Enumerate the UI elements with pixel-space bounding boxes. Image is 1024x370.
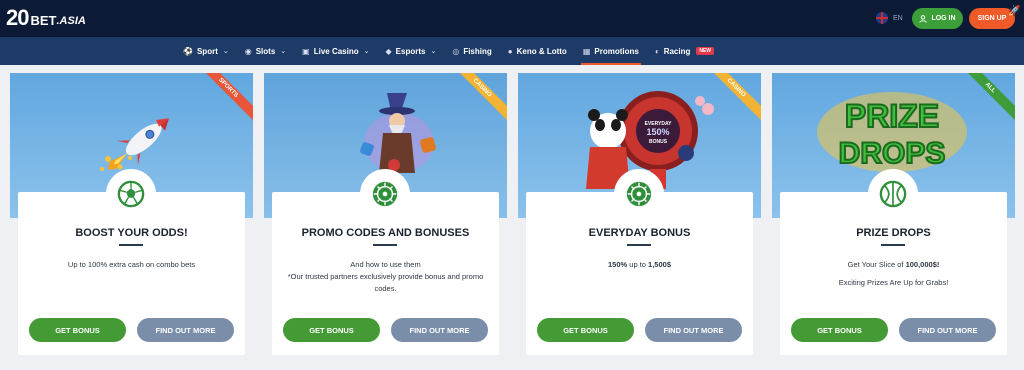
nav-item-esports[interactable]: ◆ Esports ⌄ — [378, 37, 445, 65]
bonus-amount: 1,500$ — [648, 260, 671, 269]
promo-card-everyday-bonus: EVERYDAY 150% BONUS CASINO EVERYDAY BONU… — [518, 73, 761, 355]
logo-number: 20 — [6, 5, 30, 30]
promo-card-promo-codes: CASINO PROMO CODES AND BONUSES And how t… — [264, 73, 507, 355]
title-underline — [881, 244, 905, 246]
get-bonus-button[interactable]: GET BONUS — [29, 318, 126, 342]
promo-card-prize-drops: PRIZE DROPS ALL PRIZE DROPS Get Your Sli… — [772, 73, 1015, 355]
racing-icon: ◐ — [654, 46, 660, 56]
promo-card-boost-odds: SPORTS BOOST YOUR ODDS! Up to 100% extra… — [10, 73, 253, 355]
svg-text:BONUS: BONUS — [649, 139, 668, 145]
keno-icon: ● — [507, 46, 513, 56]
title-underline — [373, 244, 397, 246]
card-description: Get Your Slice of 100,000$! Exciting Pri… — [788, 259, 999, 289]
slots-icon: ◉ — [244, 46, 252, 56]
find-out-more-button[interactable]: FIND OUT MORE — [137, 318, 234, 342]
nav-item-keno-lotto[interactable]: ● Keno & Lotto — [500, 37, 575, 65]
category-ribbon: SPORTS — [192, 73, 253, 124]
title-underline — [119, 244, 143, 246]
nav-item-promotions[interactable]: ▦ Promotions — [575, 37, 647, 65]
card-title: PROMO CODES AND BONUSES — [301, 227, 470, 239]
nav-label: Keno & Lotto — [516, 46, 567, 56]
find-out-more-button[interactable]: FIND OUT MORE — [899, 318, 996, 342]
prize-amount: 100,000$! — [905, 260, 940, 269]
card-desc-text: Get Your Slice of — [847, 260, 906, 269]
login-label: LOG IN — [931, 15, 956, 22]
rocket-icon: 🚀 — [1008, 6, 1021, 17]
rocket-illustration — [100, 118, 169, 171]
card-desc-line: *Our trusted partners exclusively provid… — [287, 272, 484, 293]
uk-flag-icon — [876, 12, 888, 24]
nav-label: Sport — [196, 46, 218, 56]
card-description: 150% up to 1,500$ — [534, 259, 745, 271]
card-title: PRIZE DROPS — [856, 227, 931, 239]
nav-label: Racing — [663, 46, 691, 56]
nav-item-fishing[interactable]: ◎ Fishing — [444, 37, 499, 65]
card-description: Up to 100% extra cash on combo bets — [26, 259, 237, 271]
logo-bet: BET — [30, 12, 57, 28]
nav-label: Esports — [395, 46, 426, 56]
sport-icon: ⚽ — [183, 46, 193, 56]
compass-icon — [614, 169, 664, 219]
language-selector[interactable]: EN — [876, 12, 903, 24]
signup-label: SIGN UP — [977, 15, 1007, 22]
prize-drops-illustration: PRIZE DROPS — [817, 92, 967, 172]
promotions-grid: SPORTS BOOST YOUR ODDS! Up to 100% extra… — [10, 73, 1015, 363]
login-button[interactable]: LOG IN — [912, 8, 963, 29]
find-out-more-button[interactable]: FIND OUT MORE — [645, 318, 742, 342]
site-logo[interactable]: 20 BET .ASIA — [6, 5, 86, 31]
prize-art-line-1: PRIZE — [845, 98, 939, 134]
live-casino-icon: ▣ — [302, 46, 310, 56]
nav-item-slots[interactable]: ◉ Slots ⌄ — [237, 37, 294, 65]
logo-asia: .ASIA — [56, 14, 86, 27]
bonus-percent: 150% — [608, 260, 628, 269]
svg-text:150%: 150% — [646, 127, 669, 137]
fishing-icon: ◎ — [452, 46, 460, 56]
category-ribbon: CASINO — [446, 73, 507, 124]
card-description: And how to use them *Our trusted partner… — [280, 259, 491, 295]
wizard-illustration — [360, 93, 436, 173]
soccer-ball-icon — [868, 169, 918, 219]
card-desc-line: Exciting Prizes Are Up for Grabs! — [838, 278, 949, 287]
get-bonus-button[interactable]: GET BONUS — [537, 318, 634, 342]
nav-label: Slots — [255, 46, 276, 56]
top-header: 20 BET .ASIA EN LOG IN SIGN UP 🚀 — [0, 0, 1024, 37]
prize-art-line-2: DROPS — [839, 137, 946, 170]
chevron-down-icon: ⌄ — [430, 48, 437, 55]
chevron-down-icon: ⌄ — [363, 48, 370, 55]
get-bonus-button[interactable]: GET BONUS — [791, 318, 888, 342]
nav-item-sport[interactable]: ⚽ Sport ⌄ — [175, 37, 237, 65]
nav-label: Fishing — [463, 46, 492, 56]
nav-label: Live Casino — [313, 46, 359, 56]
nav-item-racing[interactable]: ◐ Racing NEW — [647, 37, 722, 65]
new-badge: NEW — [696, 47, 715, 55]
get-bonus-button[interactable]: GET BONUS — [283, 318, 380, 342]
title-underline — [627, 244, 651, 246]
gift-icon: ▦ — [582, 46, 591, 56]
chevron-down-icon: ⌄ — [222, 48, 229, 55]
card-title: EVERYDAY BONUS — [588, 227, 691, 239]
main-nav: ⚽ Sport ⌄ ◉ Slots ⌄ ▣ Live Casino ⌄ ◆ Esports ⌄ ◎ Fis… — [0, 37, 1024, 65]
nav-label: Promotions — [594, 46, 639, 56]
language-label: EN — [893, 14, 903, 22]
card-desc-line: Up to 100% extra cash on combo bets — [67, 260, 196, 269]
soccer-ball-icon — [106, 169, 156, 219]
chevron-down-icon: ⌄ — [280, 48, 287, 55]
nav-item-live-casino[interactable]: ▣ Live Casino ⌄ — [294, 37, 377, 65]
card-desc-line: And how to use them — [350, 260, 421, 269]
card-desc-text: up to — [627, 260, 649, 269]
esports-icon: ◆ — [385, 46, 392, 56]
compass-icon — [360, 169, 410, 219]
user-icon — [919, 14, 928, 23]
card-title: BOOST YOUR ODDS! — [75, 227, 188, 239]
find-out-more-button[interactable]: FIND OUT MORE — [391, 318, 488, 342]
